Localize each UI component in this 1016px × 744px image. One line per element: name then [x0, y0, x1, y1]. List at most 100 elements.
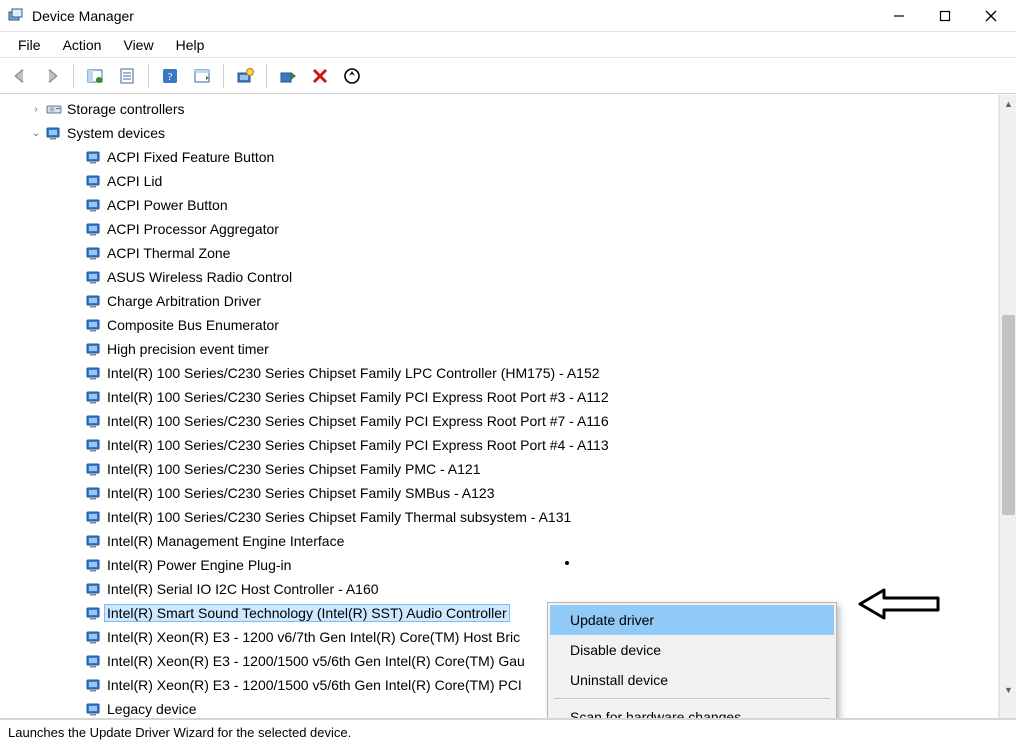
toolbar: ?	[0, 58, 1016, 94]
close-button[interactable]	[968, 1, 1014, 31]
titlebar: Device Manager	[0, 0, 1016, 32]
device-label: Intel(R) 100 Series/C230 Series Chipset …	[104, 460, 483, 478]
device-tree[interactable]: › Storage controllers ⌄ System devices ACPI …	[0, 95, 999, 718]
category-system-devices[interactable]: ⌄ System devices	[0, 121, 998, 145]
menu-view[interactable]: View	[113, 35, 163, 55]
system-category-icon	[44, 125, 64, 141]
device-item[interactable]: Composite Bus Enumerator	[0, 313, 998, 337]
properties-icon[interactable]	[113, 62, 141, 90]
category-storage-controllers[interactable]: › Storage controllers	[0, 97, 998, 121]
menu-file[interactable]: File	[8, 35, 51, 55]
device-item[interactable]: ACPI Thermal Zone	[0, 241, 998, 265]
device-icon	[84, 653, 104, 669]
device-item[interactable]: Intel(R) Xeon(R) E3 - 1200/1500 v5/6th G…	[0, 649, 998, 673]
context-menu-item-update-driver[interactable]: Update driver	[550, 605, 834, 635]
menu-help[interactable]: Help	[166, 35, 215, 55]
device-icon	[84, 557, 104, 573]
device-label: Intel(R) 100 Series/C230 Series Chipset …	[104, 364, 603, 382]
device-icon	[84, 461, 104, 477]
context-menu[interactable]: Update driverDisable deviceUninstall dev…	[547, 602, 837, 718]
topic-icon[interactable]	[188, 62, 216, 90]
category-label: System devices	[64, 124, 168, 142]
device-icon	[84, 293, 104, 309]
back-icon[interactable]	[6, 62, 34, 90]
device-icon	[84, 605, 104, 621]
storage-category-icon	[44, 101, 64, 117]
enable-device-icon[interactable]	[274, 62, 302, 90]
device-label: Charge Arbitration Driver	[104, 292, 264, 310]
device-icon	[84, 485, 104, 501]
device-label: ACPI Power Button	[104, 196, 231, 214]
device-item[interactable]: Charge Arbitration Driver	[0, 289, 998, 313]
device-label: Intel(R) 100 Series/C230 Series Chipset …	[104, 412, 612, 430]
content-area: › Storage controllers ⌄ System devices ACPI …	[0, 94, 1016, 720]
device-label: ACPI Processor Aggregator	[104, 220, 282, 238]
device-item[interactable]: Intel(R) Serial IO I2C Host Controller -…	[0, 577, 998, 601]
svg-text:?: ?	[168, 71, 173, 83]
device-icon	[84, 341, 104, 357]
device-icon	[84, 629, 104, 645]
device-icon	[84, 437, 104, 453]
cursor-dot	[565, 561, 569, 565]
context-menu-separator	[554, 698, 830, 699]
context-menu-item-disable-device[interactable]: Disable device	[550, 635, 834, 665]
device-item[interactable]: Intel(R) 100 Series/C230 Series Chipset …	[0, 361, 998, 385]
device-item[interactable]: High precision event timer	[0, 337, 998, 361]
device-label: Intel(R) Serial IO I2C Host Controller -…	[104, 580, 382, 598]
scroll-down-button[interactable]: ▼	[1000, 681, 1016, 698]
device-item[interactable]: Intel(R) Smart Sound Technology (Intel(R…	[0, 601, 998, 625]
device-item[interactable]: Intel(R) 100 Series/C230 Series Chipset …	[0, 409, 998, 433]
category-label: Storage controllers	[64, 100, 188, 118]
context-menu-item-scan-for-hardware-changes[interactable]: Scan for hardware changes	[550, 702, 834, 718]
device-icon	[84, 149, 104, 165]
device-item[interactable]: Intel(R) Xeon(R) E3 - 1200 v6/7th Gen In…	[0, 625, 998, 649]
context-menu-item-uninstall-device[interactable]: Uninstall device	[550, 665, 834, 695]
app-icon	[8, 8, 24, 24]
device-icon	[84, 317, 104, 333]
device-label: ASUS Wireless Radio Control	[104, 268, 295, 286]
device-item[interactable]: Legacy device	[0, 697, 998, 718]
help-icon[interactable]: ?	[156, 62, 184, 90]
toolbar-separator	[223, 64, 224, 88]
device-item[interactable]: ACPI Processor Aggregator	[0, 217, 998, 241]
uninstall-icon[interactable]	[306, 62, 334, 90]
device-item[interactable]: Intel(R) Xeon(R) E3 - 1200/1500 v5/6th G…	[0, 673, 998, 697]
device-label: Intel(R) Smart Sound Technology (Intel(R…	[104, 604, 510, 622]
device-item[interactable]: Intel(R) 100 Series/C230 Series Chipset …	[0, 385, 998, 409]
scroll-up-button[interactable]: ▲	[1000, 95, 1016, 112]
device-icon	[84, 509, 104, 525]
device-label: ACPI Thermal Zone	[104, 244, 233, 262]
device-icon	[84, 197, 104, 213]
forward-icon[interactable]	[38, 62, 66, 90]
device-item[interactable]: ACPI Fixed Feature Button	[0, 145, 998, 169]
update-driver-icon[interactable]	[231, 62, 259, 90]
scan-hardware-icon[interactable]	[338, 62, 366, 90]
device-icon	[84, 221, 104, 237]
device-item[interactable]: Intel(R) Management Engine Interface	[0, 529, 998, 553]
device-icon	[84, 533, 104, 549]
minimize-button[interactable]	[876, 1, 922, 31]
device-item[interactable]: Intel(R) 100 Series/C230 Series Chipset …	[0, 481, 998, 505]
show-hide-tree-icon[interactable]	[81, 62, 109, 90]
toolbar-separator	[266, 64, 267, 88]
device-item[interactable]: Intel(R) Power Engine Plug-in	[0, 553, 998, 577]
device-item[interactable]: Intel(R) 100 Series/C230 Series Chipset …	[0, 505, 998, 529]
collapse-icon[interactable]: ⌄	[28, 128, 44, 139]
vertical-scrollbar[interactable]: ▲ ▼	[999, 95, 1016, 718]
device-item[interactable]: Intel(R) 100 Series/C230 Series Chipset …	[0, 433, 998, 457]
device-icon	[84, 245, 104, 261]
device-icon	[84, 365, 104, 381]
device-item[interactable]: ACPI Power Button	[0, 193, 998, 217]
menu-action[interactable]: Action	[53, 35, 112, 55]
device-label: Intel(R) Management Engine Interface	[104, 532, 347, 550]
device-item[interactable]: ASUS Wireless Radio Control	[0, 265, 998, 289]
scroll-thumb[interactable]	[1002, 315, 1015, 515]
maximize-button[interactable]	[922, 1, 968, 31]
device-item[interactable]: Intel(R) 100 Series/C230 Series Chipset …	[0, 457, 998, 481]
device-icon	[84, 413, 104, 429]
device-label: ACPI Fixed Feature Button	[104, 148, 277, 166]
device-label: Intel(R) 100 Series/C230 Series Chipset …	[104, 484, 498, 502]
device-label: ACPI Lid	[104, 172, 165, 190]
device-item[interactable]: ACPI Lid	[0, 169, 998, 193]
expand-icon[interactable]: ›	[28, 104, 44, 115]
